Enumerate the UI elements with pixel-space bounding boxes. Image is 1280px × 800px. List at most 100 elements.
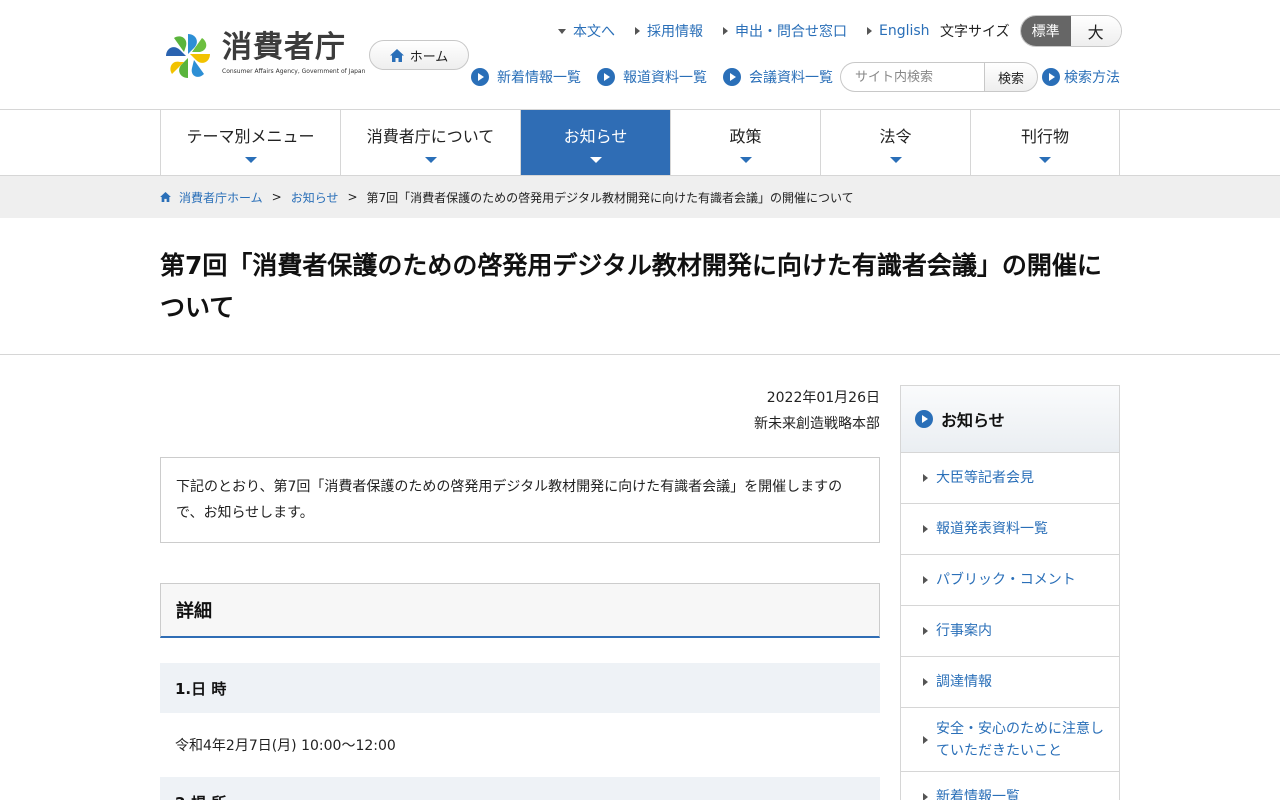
sidebar-item-label: 大臣等記者会見 [936, 470, 1034, 486]
font-size-large-button[interactable]: 大 [1070, 16, 1121, 46]
gnav-item-theme-menu[interactable]: テーマ別メニュー [161, 110, 341, 175]
utility-links: 本文へ 採用情報 申出・問合せ窓口 English [558, 21, 950, 41]
gnav-label: 法令 [879, 126, 912, 146]
publish-date: 2022年01月26日 [766, 390, 880, 406]
gnav-label: お知らせ [563, 126, 628, 146]
chevron-right-icon [923, 793, 928, 800]
meeting-materials-link[interactable]: 会議資料一覧 [723, 67, 833, 87]
sidebar-item-label: 報道発表資料一覧 [936, 521, 1048, 537]
chevron-down-icon [889, 156, 902, 163]
site-header: 消費者庁 Consumer Affairs Agency, Government… [0, 0, 1280, 110]
press-release-link[interactable]: 報道資料一覧 [597, 67, 707, 87]
sidebar-item-new-info[interactable]: 新着情報一覧 [901, 772, 1119, 800]
detail-heading-datetime: 1.日 時 [160, 663, 880, 713]
main-content: 2022年01月26日 新未来創造戦略本部 下記のとおり、第7回「消費者保護のた… [160, 385, 880, 800]
font-size-standard-button[interactable]: 標準 [1020, 16, 1071, 46]
sidebar-item-procurement[interactable]: 調達情報 [901, 657, 1119, 708]
detail-body-datetime: 令和4年2月7日(月) 10:00～12:00 [175, 738, 396, 754]
breadcrumb-separator: > [347, 190, 358, 204]
sidebar-item-label: 新着情報一覧 [936, 789, 1020, 800]
gnav-item-policy[interactable]: 政策 [671, 110, 821, 175]
font-size-switcher: 文字サイズ 標準 大 [940, 15, 1122, 47]
logo-subtitle: Consumer Affairs Agency, Government of J… [222, 68, 366, 75]
dateline: 2022年01月26日 新未来創造戦略本部 [160, 385, 880, 437]
skip-to-content-link[interactable]: 本文へ [558, 21, 615, 41]
breadcrumb-home-link[interactable]: 消費者庁ホーム [179, 189, 263, 206]
sublink-label: 新着情報一覧 [497, 70, 581, 86]
gnav-label: テーマ別メニュー [186, 126, 315, 146]
sidebar-item-label: 調達情報 [936, 674, 992, 690]
sublink-label: 会議資料一覧 [749, 70, 833, 86]
sidebar-item-label: 安全・安心のために注意していただきたいこと [936, 720, 1104, 759]
sublink-label: 報道資料一覧 [623, 70, 707, 86]
utility-link-label: 採用情報 [647, 24, 703, 40]
notice-box: 下記のとおり、第7回「消費者保護のための啓発用デジタル教材開発に向けた有識者会議… [160, 457, 880, 543]
english-link[interactable]: English [867, 23, 930, 39]
gnav-item-about[interactable]: 消費者庁について [341, 110, 521, 175]
sidebar-title: お知らせ [941, 411, 1005, 430]
global-nav: テーマ別メニュー 消費者庁について お知らせ 政策 法令 刊行物 [0, 110, 1280, 176]
chevron-down-icon [739, 156, 752, 163]
chevron-down-icon [558, 28, 566, 34]
sidebar-item-label: 行事案内 [936, 623, 992, 639]
chevron-right-icon [723, 27, 728, 35]
breadcrumb-current: 第7回「消費者保護のための啓発用デジタル教材開発に向けた有識者会議」の開催につい… [366, 190, 854, 205]
new-info-link[interactable]: 新着情報一覧 [471, 67, 581, 87]
search-method-label: 検索方法 [1064, 70, 1120, 86]
chevron-right-icon [923, 627, 928, 635]
title-area: 第7回「消費者保護のための啓発用デジタル教材開発に向けた有識者会議」の開催につい… [0, 218, 1280, 355]
sidebar: お知らせ 大臣等記者会見 報道発表資料一覧 パブリック・コメント 行事案内 調達… [900, 385, 1120, 800]
arrow-circle-icon [597, 68, 615, 86]
home-button-label: ホーム [409, 49, 449, 65]
gnav-item-news[interactable]: お知らせ [521, 110, 671, 175]
chevron-down-icon [1039, 156, 1051, 163]
department: 新未来創造戦略本部 [754, 416, 880, 432]
chevron-right-icon [923, 678, 928, 686]
chevron-down-icon [589, 156, 602, 163]
logo-title: 消費者庁 [222, 30, 346, 65]
home-button[interactable]: ホーム [369, 40, 469, 70]
chevron-down-icon [424, 156, 437, 163]
chevron-right-icon [867, 27, 872, 35]
home-icon [160, 192, 171, 202]
chevron-down-icon [244, 156, 257, 163]
search-button[interactable]: 検索 [984, 62, 1038, 92]
chevron-right-icon [635, 27, 640, 35]
breadcrumb-separator: > [271, 190, 282, 204]
breadcrumb-bar: 消費者庁ホーム > お知らせ > 第7回「消費者保護のための啓発用デジタル教材開… [0, 176, 1280, 218]
gnav-label: 刊行物 [1020, 126, 1069, 146]
sidebar-item-safety-notice[interactable]: 安全・安心のために注意していただきたいこと [901, 708, 1119, 772]
search-input[interactable] [840, 62, 984, 92]
sidebar-item-label: パブリック・コメント [936, 572, 1076, 588]
utility-link-label: 本文へ [573, 24, 615, 40]
sidebar-item-press-conference[interactable]: 大臣等記者会見 [901, 453, 1119, 504]
site-logo[interactable]: 消費者庁 Consumer Affairs Agency, Government… [160, 30, 365, 82]
chevron-right-icon [923, 576, 928, 584]
page-title: 第7回「消費者保護のための啓発用デジタル教材開発に向けた有識者会議」の開催につい… [160, 251, 1102, 322]
gnav-item-publications[interactable]: 刊行物 [971, 110, 1120, 175]
detail-heading-venue: 2.場 所 [160, 777, 880, 800]
arrow-circle-icon [723, 68, 741, 86]
breadcrumb-news-link[interactable]: お知らせ [291, 189, 339, 206]
gnav-label: 消費者庁について [366, 126, 495, 146]
contact-link[interactable]: 申出・問合せ窓口 [723, 21, 847, 41]
recruit-link[interactable]: 採用情報 [635, 21, 703, 41]
utility-link-label: English [879, 23, 930, 39]
arrow-circle-icon [1042, 68, 1060, 86]
font-size-label: 文字サイズ [940, 24, 1010, 40]
gnav-label: 政策 [729, 126, 762, 146]
sidebar-item-press-releases[interactable]: 報道発表資料一覧 [901, 504, 1119, 555]
search-method-link[interactable]: 検索方法 [1042, 67, 1120, 87]
gnav-item-laws[interactable]: 法令 [821, 110, 971, 175]
sidebar-item-events[interactable]: 行事案内 [901, 606, 1119, 657]
sidebar-item-public-comment[interactable]: パブリック・コメント [901, 555, 1119, 606]
utility-link-label: 申出・問合せ窓口 [735, 24, 847, 40]
logo-mark-icon [166, 34, 210, 78]
sidebar-heading: お知らせ [901, 386, 1119, 453]
chevron-right-icon [923, 474, 928, 482]
section-heading: 詳細 [160, 583, 880, 638]
site-search: 検索 [840, 62, 1038, 92]
breadcrumb: 消費者庁ホーム > お知らせ > 第7回「消費者保護のための啓発用デジタル教材開… [160, 176, 1280, 218]
arrow-circle-icon [471, 68, 489, 86]
chevron-right-icon [923, 735, 928, 744]
